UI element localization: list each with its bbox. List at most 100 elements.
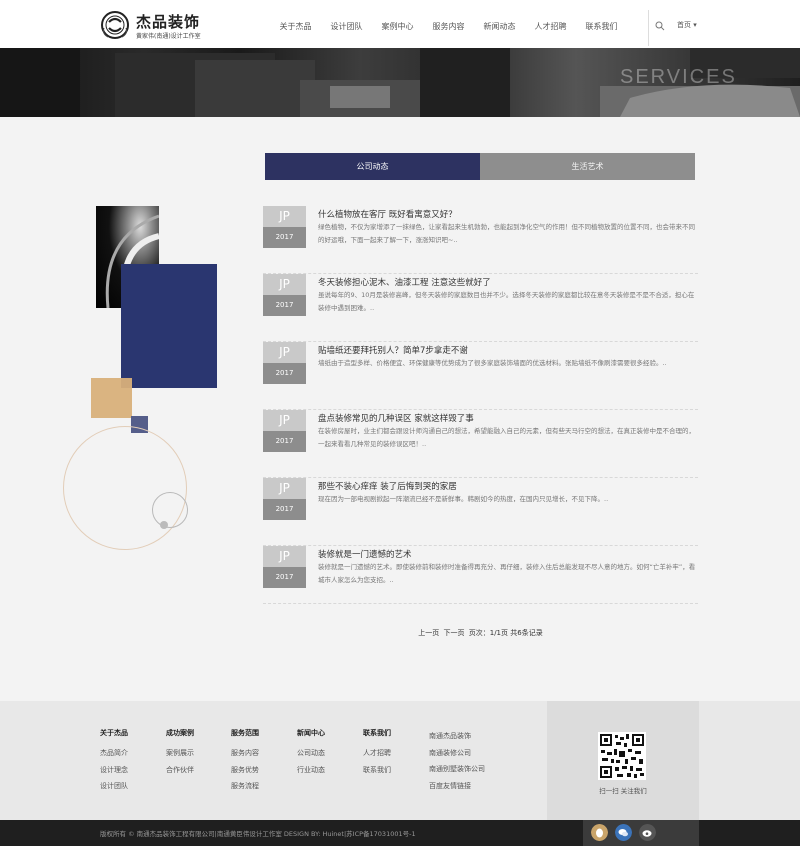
news-item[interactable]: JP 2017 那些不装心痒痒 装了后悔到哭的家居 现在因为一部电视剧掀起一阵潮… [263,478,698,546]
footer-column-title: 联系我们 [363,729,391,737]
news-item[interactable]: JP 2017 什么植物放在客厅 既好看寓意又好？ 绿色植物，不仅为家增添了一抹… [263,206,698,274]
page-info: 页次：1/1页 共6条记录 [468,629,543,637]
date-badge: JP 2017 [263,546,306,588]
qr-code-icon [598,732,646,780]
nav-careers[interactable]: 人才招聘 [525,0,576,48]
decorative-blue-block [121,264,217,388]
tab-life-art[interactable]: 生活艺术 [480,153,695,180]
news-title[interactable]: 盘点装修常见的几种误区 家就这样毁了事 [318,412,474,424]
news-title[interactable]: 冬天装修担心泥木、油漆工程 注意这些就好了 [318,276,491,288]
footer-column-services: 服务范围 服务内容 服务优势 服务流程 [231,728,259,795]
footer-column-title: 服务范围 [231,729,259,737]
decorative-ring [63,426,187,550]
date-badge-label: JP [263,410,306,431]
footer-link[interactable]: 公司动态 [297,745,325,762]
footer-link[interactable]: 百度友情链接 [429,778,485,795]
nav-news[interactable]: 新闻动态 [474,0,525,48]
date-badge-label: JP [263,546,306,567]
date-badge-year: 2017 [263,499,306,520]
nav-about[interactable]: 关于杰品 [270,0,321,48]
prev-page-link[interactable]: 上一页 [418,629,439,637]
chat-icon[interactable] [615,824,632,841]
footer-column-news: 新闻中心 公司动态 行业动态 [297,728,325,778]
date-badge-year: 2017 [263,363,306,384]
nav-services[interactable]: 服务内容 [423,0,474,48]
news-title[interactable]: 什么植物放在客厅 既好看寓意又好？ [318,208,457,220]
news-title[interactable]: 装修就是一门遗憾的艺术 [318,548,412,560]
tab-company-news[interactable]: 公司动态 [265,153,480,180]
date-badge: JP 2017 [263,274,306,316]
news-excerpt: 在装修房屋时，业主们都会跟设计师沟通自己的想法，希望能融入自己的元素，但有些天马… [318,427,695,448]
date-badge-label: JP [263,206,306,227]
news-item[interactable]: JP 2017 冬天装修担心泥木、油漆工程 注意这些就好了 虽说每年的9、10月… [263,274,698,342]
news-excerpt: 墙纸由于造型多样、价格便宜、环保健康等优势成为了很多家庭装饰墙面的优选材料。张贴… [318,359,667,367]
logo-title: 杰品装饰 [136,13,201,31]
footer-column-title: 关于杰品 [100,729,128,737]
news-excerpt: 现在因为一部电视剧掀起一阵潮流已经不是新鲜事。韩剧如今的热度，在国内只见增长，不… [318,495,609,503]
search-icon[interactable] [655,21,665,31]
qr-label: 扫一扫 关注我们 [599,787,647,795]
decorative-gold-block [91,378,132,418]
footer-link[interactable]: 合作伙伴 [166,762,194,779]
logo-emblem-icon [101,11,129,39]
footer-link[interactable]: 行业动态 [297,762,325,779]
site-header: 杰品装饰 黄家伟(南通)设计工作室 关于杰品 设计团队 案例中心 服务内容 新闻… [0,0,800,48]
news-excerpt: 装修就是一门遗憾的艺术。即使装修前和装修时准备得再充分、再仔细，装修入住后总能发… [318,563,696,584]
footer-link[interactable]: 人才招聘 [363,745,391,762]
footer-link[interactable]: 服务流程 [231,778,259,795]
date-badge-label: JP [263,478,306,499]
date-badge-label: JP [263,342,306,363]
footer-link[interactable]: 案例展示 [166,745,194,762]
date-badge: JP 2017 [263,342,306,384]
nav-contact[interactable]: 联系我们 [576,0,627,48]
date-badge: JP 2017 [263,206,306,248]
qq-icon[interactable] [591,824,608,841]
footer-link[interactable]: 杰品简介 [100,745,128,762]
footer-column-contact: 联系我们 人才招聘 联系我们 [363,728,391,778]
date-badge-label: JP [263,274,306,295]
qr-panel: 扫一扫 关注我们 [547,701,699,820]
nav-cases[interactable]: 案例中心 [372,0,423,48]
news-item[interactable]: JP 2017 盘点装修常见的几种误区 家就这样毁了事 在装修房屋时，业主们都会… [263,410,698,478]
footer-link[interactable]: 服务优势 [231,762,259,779]
news-title[interactable]: 贴墙纸还要拜托别人？简单7步拿走不谢 [318,344,468,356]
footer-column-title: 新闻中心 [297,729,325,737]
date-badge-year: 2017 [263,567,306,588]
date-badge: JP 2017 [263,478,306,520]
nav-design-team[interactable]: 设计团队 [321,0,372,48]
footer-link[interactable]: 南通别墅装饰公司 [429,761,485,778]
news-excerpt: 虽说每年的9、10月是装修高峰，但冬天装修的家庭数目也并不少。选择冬天装修的家庭… [318,291,695,312]
banner-title: SERVICES [620,66,737,88]
decorative-dot [160,521,168,529]
news-excerpt: 绿色植物，不仅为家增添了一抹绿色，让家看起来生机勃勃，也能起到净化空气的作用！但… [318,223,695,244]
weibo-icon[interactable] [639,824,656,841]
nav-divider [648,10,649,46]
footer-link[interactable]: 设计团队 [100,778,128,795]
date-badge-year: 2017 [263,295,306,316]
footer-link[interactable]: 南通装修公司 [429,745,485,762]
footer-column-cases: 成功案例 案例展示 合作伙伴 [166,728,194,778]
date-badge: JP 2017 [263,410,306,452]
footer-link[interactable]: 服务内容 [231,745,259,762]
main-nav: 关于杰品 设计团队 案例中心 服务内容 新闻动态 人才招聘 联系我们 [270,0,627,48]
pagination: 上一页 下一页 页次：1/1页 共6条记录 [263,628,698,638]
footer-link[interactable]: 设计理念 [100,762,128,779]
news-title[interactable]: 那些不装心痒痒 装了后悔到哭的家居 [318,480,457,492]
footer-link[interactable]: 联系我们 [363,762,391,779]
footer-column-about: 关于杰品 杰品简介 设计理念 设计团队 [100,728,128,795]
date-badge-year: 2017 [263,431,306,452]
decorative-small-ring [152,492,188,528]
footer-column-links: 南通杰品装饰 南通装修公司 南通别墅装饰公司 百度友情链接 [429,728,485,794]
social-links [583,820,699,846]
footer-link[interactable]: 南通杰品装饰 [429,728,485,745]
logo[interactable]: 杰品装饰 黄家伟(南通)设计工作室 [100,10,230,40]
news-item[interactable]: JP 2017 装修就是一门遗憾的艺术 装修就是一门遗憾的艺术。即使装修前和装修… [263,546,698,604]
logo-subtitle: 黄家伟(南通)设计工作室 [136,33,201,40]
copyright-bar: 版权所有 © 南通杰品装饰工程有限公司|南通黄臣伟设计工作室 DESIGN BY… [0,820,800,846]
footer-column-title: 成功案例 [166,729,194,737]
home-dropdown[interactable]: 首页 ▾ [677,20,697,30]
copyright-text: 版权所有 © 南通杰品装饰工程有限公司|南通黄臣伟设计工作室 DESIGN BY… [100,830,416,838]
news-item[interactable]: JP 2017 贴墙纸还要拜托别人？简单7步拿走不谢 墙纸由于造型多样、价格便宜… [263,342,698,410]
date-badge-year: 2017 [263,227,306,248]
next-page-link[interactable]: 下一页 [444,629,465,637]
